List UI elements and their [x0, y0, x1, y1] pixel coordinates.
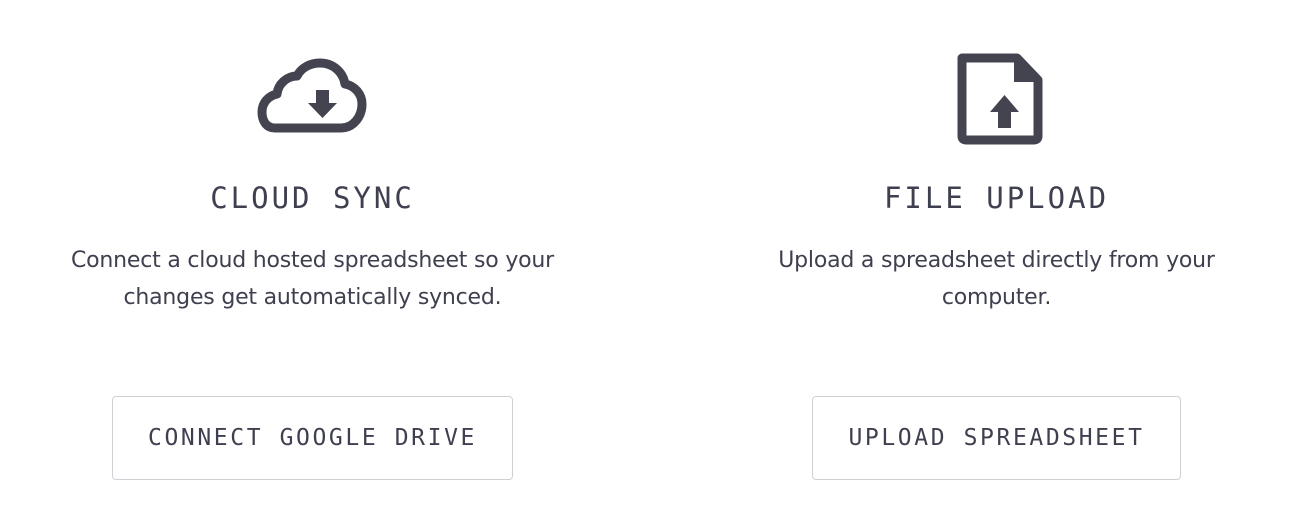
connect-google-drive-button[interactable]: CONNECT GOOGLE DRIVE: [112, 396, 513, 480]
card-description: Upload a spreadsheet directly from your …: [778, 242, 1215, 316]
card-title: CLOUD SYNC: [210, 181, 415, 215]
card-description: Connect a cloud hosted spreadsheet so yo…: [71, 242, 554, 316]
card-description-line: changes get automatically synced.: [123, 285, 502, 310]
cloud-sync-card: CLOUD SYNC Connect a cloud hosted spread…: [42, 0, 583, 480]
upload-spreadsheet-button[interactable]: UPLOAD SPREADSHEET: [812, 396, 1181, 480]
card-description-line: computer.: [941, 285, 1052, 310]
file-upload-card: FILE UPLOAD Upload a spreadsheet directl…: [726, 0, 1267, 480]
file-upload-icon: [937, 0, 1057, 150]
card-description-line: Connect a cloud hosted spreadsheet so yo…: [70, 248, 555, 273]
card-title: FILE UPLOAD: [883, 181, 1110, 215]
card-description-line: Upload a spreadsheet directly from your: [778, 248, 1215, 273]
cloud-download-icon: [253, 0, 373, 150]
